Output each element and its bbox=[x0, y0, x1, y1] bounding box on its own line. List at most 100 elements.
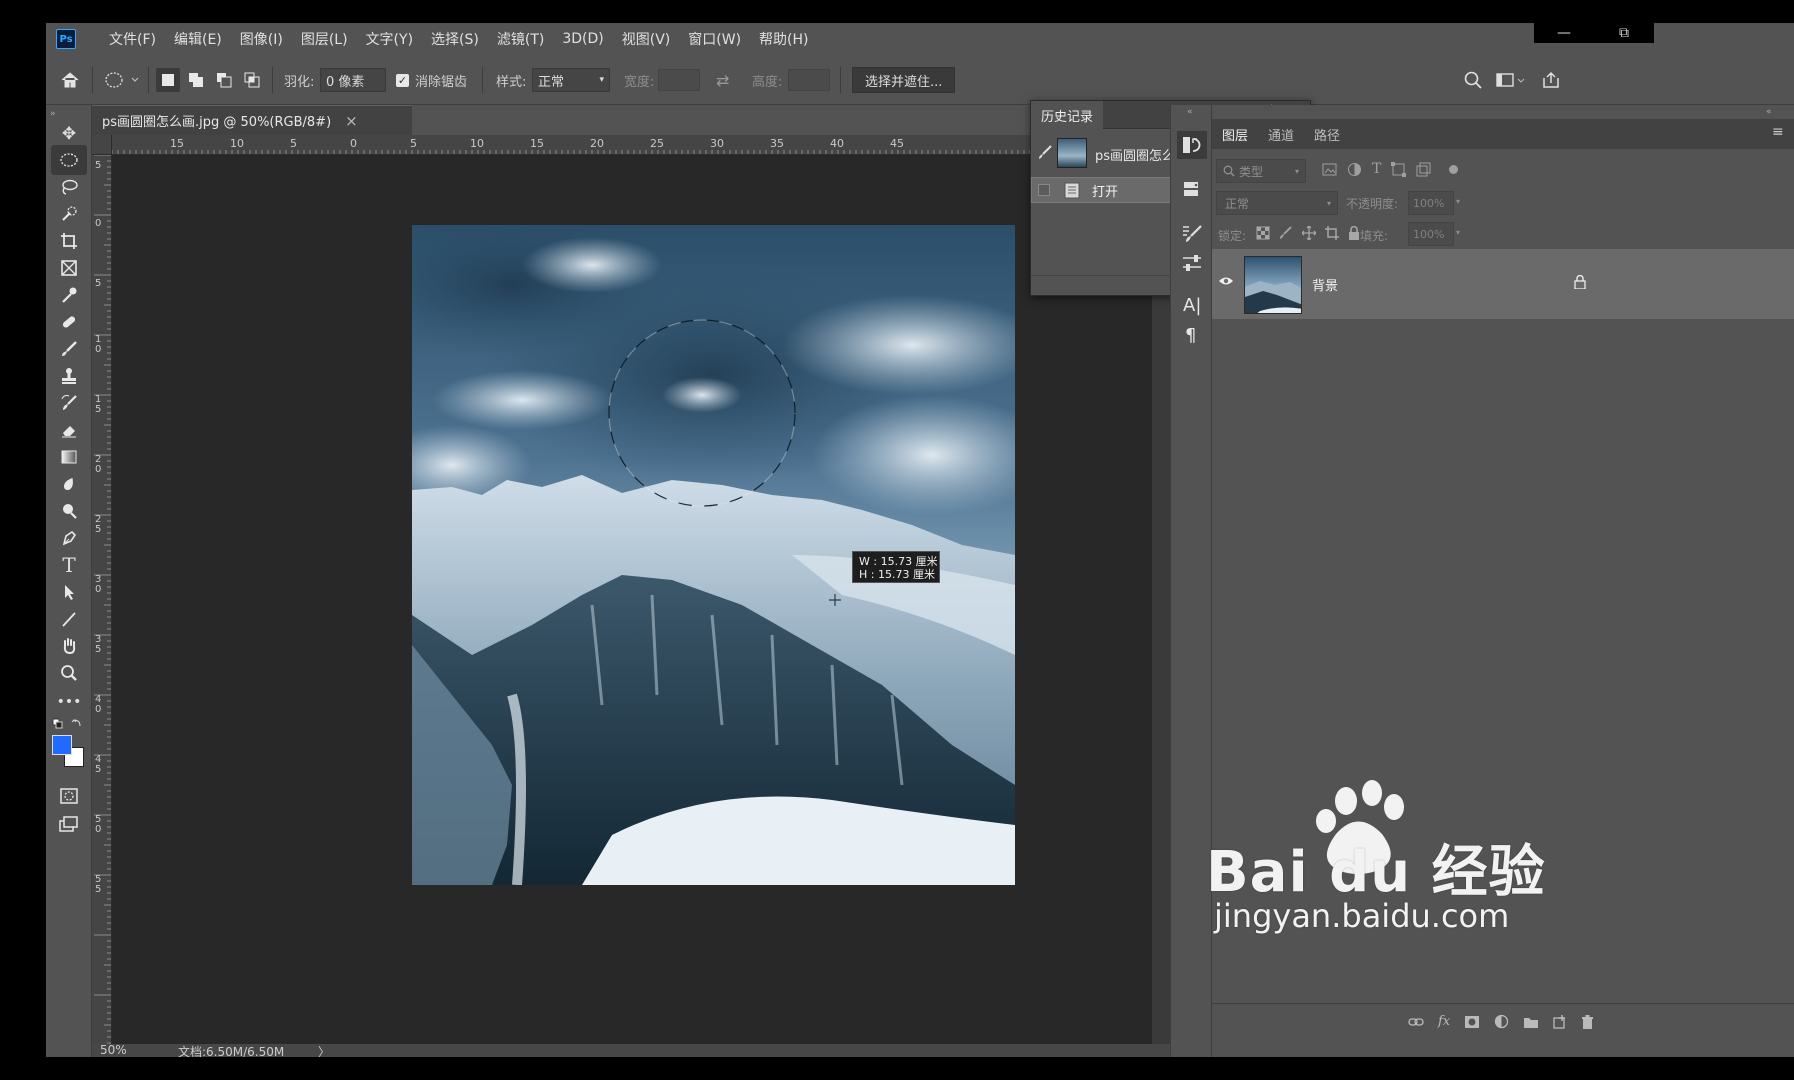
3d-icon[interactable] bbox=[1181, 179, 1201, 203]
eyedropper-tool-icon[interactable] bbox=[51, 280, 87, 310]
restore-button[interactable]: ⧉ bbox=[1594, 23, 1654, 43]
history-dock-icon[interactable] bbox=[1177, 131, 1207, 159]
layers-panel-menu-icon[interactable]: ≡ bbox=[1772, 124, 1784, 140]
quick-mask-icon[interactable] bbox=[51, 781, 87, 811]
path-selection-tool-icon[interactable] bbox=[51, 577, 87, 607]
new-layer-icon[interactable] bbox=[1553, 1014, 1567, 1029]
lock-image-pixels-icon[interactable] bbox=[1279, 226, 1293, 240]
horizontal-ruler[interactable]: 15 10 5 0 5 10 15 20 25 30 35 40 45 bbox=[112, 135, 1152, 155]
document-canvas[interactable]: W : 15.73 厘米 H : 15.73 厘米 bbox=[112, 155, 1152, 1044]
adjustments-icon[interactable] bbox=[1181, 253, 1203, 277]
healing-brush-tool-icon[interactable] bbox=[51, 307, 87, 337]
width-input[interactable] bbox=[658, 69, 700, 91]
link-layers-icon[interactable] bbox=[1408, 1016, 1424, 1028]
fx-icon[interactable]: fx bbox=[1438, 1014, 1450, 1029]
select-and-mask-button[interactable]: 选择并遮住... bbox=[852, 67, 956, 93]
tab-paths[interactable]: 路径 bbox=[1304, 119, 1350, 149]
history-tab[interactable]: 历史记录 bbox=[1031, 101, 1104, 129]
lock-artboard-icon[interactable] bbox=[1325, 226, 1339, 240]
menu-image[interactable]: 图像(I) bbox=[231, 29, 292, 49]
more-tools-icon[interactable]: ••• bbox=[51, 687, 87, 717]
add-selection-icon[interactable] bbox=[184, 68, 208, 92]
filter-toggle-icon[interactable] bbox=[1449, 164, 1459, 174]
clone-stamp-tool-icon[interactable] bbox=[51, 361, 87, 391]
document-tab[interactable]: ps画圆圈怎么画.jpg @ 50%(RGB/8#) × bbox=[92, 105, 412, 135]
zoom-tool-icon[interactable] bbox=[51, 658, 87, 688]
brush-tool-icon[interactable] bbox=[51, 334, 87, 364]
menu-layer[interactable]: 图层(L) bbox=[292, 29, 357, 49]
menu-filter[interactable]: 滤镜(T) bbox=[488, 29, 553, 49]
blend-mode-select[interactable]: 正常 ▾ bbox=[1216, 191, 1338, 215]
height-input[interactable] bbox=[788, 69, 830, 91]
gradient-tool-icon[interactable] bbox=[51, 442, 87, 472]
antialias-checkbox[interactable]: ✓ bbox=[396, 73, 409, 87]
hand-tool-icon[interactable] bbox=[51, 631, 87, 661]
adjustment-filter-icon[interactable] bbox=[1347, 162, 1362, 177]
eye-icon[interactable] bbox=[1218, 275, 1234, 291]
add-mask-icon[interactable] bbox=[1464, 1015, 1480, 1029]
fill-chevron-icon[interactable]: ▾ bbox=[1456, 228, 1460, 237]
line-tool-icon[interactable] bbox=[51, 604, 87, 634]
close-icon[interactable]: × bbox=[345, 112, 358, 130]
menu-window[interactable]: 窗口(W) bbox=[679, 29, 750, 49]
zoom-level[interactable]: 50% bbox=[100, 1043, 127, 1057]
history-state-checkbox[interactable] bbox=[1038, 184, 1050, 196]
dock-collapse-icon[interactable]: « bbox=[1187, 107, 1193, 117]
new-adjustment-layer-icon[interactable] bbox=[1494, 1014, 1509, 1029]
dodge-tool-icon[interactable] bbox=[51, 496, 87, 526]
collapse-icon[interactable]: » bbox=[50, 109, 56, 119]
menu-view[interactable]: 视图(V) bbox=[613, 29, 680, 49]
menu-help[interactable]: 帮助(H) bbox=[750, 29, 817, 49]
lock-position-icon[interactable] bbox=[1302, 226, 1316, 240]
layer-name[interactable]: 背景 bbox=[1312, 275, 1338, 294]
layer-filter-select[interactable]: 类型 ▾ bbox=[1216, 159, 1306, 183]
new-selection-icon[interactable] bbox=[156, 68, 180, 92]
type-filter-icon[interactable]: T bbox=[1372, 161, 1381, 177]
new-group-icon[interactable] bbox=[1523, 1015, 1539, 1029]
brush-settings-icon[interactable] bbox=[1181, 223, 1203, 249]
feather-input[interactable]: 0 像素 bbox=[320, 68, 386, 92]
menu-type[interactable]: 文字(Y) bbox=[357, 29, 422, 49]
subtract-selection-icon[interactable] bbox=[212, 68, 236, 92]
opacity-chevron-icon[interactable]: ▾ bbox=[1456, 197, 1460, 206]
opacity-input[interactable]: 100% bbox=[1408, 191, 1454, 215]
foreground-color-swatch[interactable] bbox=[52, 735, 72, 755]
blur-tool-icon[interactable] bbox=[51, 469, 87, 499]
lasso-tool-icon[interactable] bbox=[51, 172, 87, 202]
character-icon[interactable]: A| bbox=[1183, 295, 1201, 316]
default-colors-icon[interactable] bbox=[51, 717, 87, 731]
shape-filter-icon[interactable] bbox=[1391, 161, 1407, 177]
ellipse-marquee-preset-icon[interactable] bbox=[104, 55, 140, 105]
workspace-icon[interactable] bbox=[1496, 55, 1526, 105]
menu-3d[interactable]: 3D(D) bbox=[553, 31, 612, 47]
menu-select[interactable]: 选择(S) bbox=[422, 29, 488, 49]
quick-select-tool-icon[interactable] bbox=[51, 199, 87, 229]
crop-tool-icon[interactable] bbox=[51, 226, 87, 256]
menu-file[interactable]: 文件(F) bbox=[100, 29, 165, 49]
intersect-selection-icon[interactable] bbox=[240, 68, 264, 92]
tab-layers[interactable]: 图层 bbox=[1212, 119, 1258, 149]
type-tool-icon[interactable]: T bbox=[51, 550, 87, 580]
history-brush-tool-icon[interactable] bbox=[51, 388, 87, 418]
pen-tool-icon[interactable] bbox=[51, 523, 87, 553]
tab-channels[interactable]: 通道 bbox=[1258, 119, 1304, 149]
smart-object-filter-icon[interactable] bbox=[1416, 162, 1431, 177]
paragraph-icon[interactable]: ¶ bbox=[1185, 325, 1196, 346]
ellipse-marquee-tool-icon[interactable] bbox=[51, 145, 87, 175]
layers-collapse-icon[interactable]: « bbox=[1766, 107, 1772, 117]
pixel-filter-icon[interactable] bbox=[1322, 162, 1337, 177]
delete-layer-icon[interactable] bbox=[1581, 1014, 1594, 1029]
history-brush-source-icon[interactable] bbox=[1037, 144, 1053, 164]
lock-all-icon[interactable] bbox=[1348, 226, 1360, 240]
search-icon[interactable] bbox=[1464, 55, 1482, 105]
screen-mode-icon[interactable] bbox=[51, 809, 87, 839]
style-select[interactable]: 正常 ▾ bbox=[532, 68, 610, 92]
vertical-ruler[interactable]: 5 0 5 1 0 1 5 2 0 2 5 3 0 3 5 4 0 4 5 5 … bbox=[92, 155, 112, 1044]
layer-row[interactable]: 背景 bbox=[1212, 249, 1794, 319]
status-menu-arrow[interactable]: 〉 bbox=[318, 1043, 330, 1057]
swap-dimensions-icon[interactable]: ⇄ bbox=[716, 55, 729, 105]
fill-input[interactable]: 100% bbox=[1408, 222, 1454, 246]
share-icon[interactable] bbox=[1542, 55, 1560, 105]
menu-edit[interactable]: 编辑(E) bbox=[165, 29, 231, 49]
mountain-photo[interactable]: W : 15.73 厘米 H : 15.73 厘米 bbox=[412, 225, 1015, 885]
